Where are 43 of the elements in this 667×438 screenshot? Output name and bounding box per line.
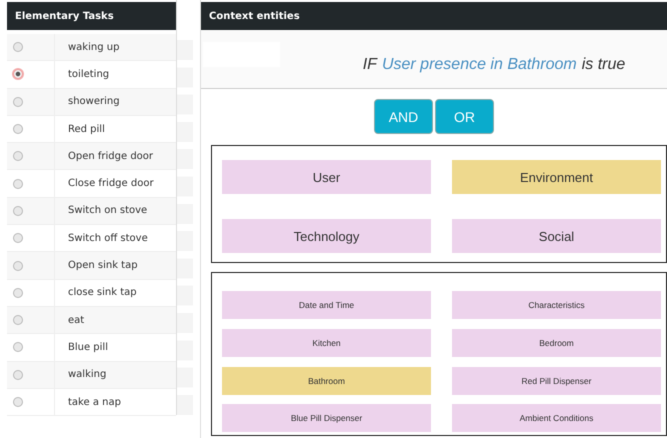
radio-button[interactable] [13,397,23,407]
entity-button[interactable]: Bathroom [222,366,431,394]
task-label[interactable]: Close fridge door [68,178,154,190]
task-label[interactable]: close sink tap [68,287,137,298]
entity-button[interactable]: Red Pill Dispenser [452,366,661,394]
task-label[interactable]: Open sink tap [68,260,138,272]
radio-button[interactable] [13,124,23,134]
condition-value: is true [582,56,626,74]
category-button[interactable]: Environment [452,160,661,194]
radio-button[interactable] [13,178,23,189]
radio-button[interactable] [13,370,23,380]
task-label[interactable]: showering [68,96,120,108]
panel-title: Context entities [209,10,300,22]
task-label[interactable]: Blue pill [68,342,108,353]
radio-button[interactable] [13,69,23,80]
task-label[interactable]: take a nap [68,396,121,408]
task-label[interactable]: Switch off stove [68,232,148,244]
task-label[interactable]: Red pill [68,124,105,135]
task-label[interactable]: toileting [68,68,110,80]
task-label[interactable]: walking [68,369,106,380]
radio-button[interactable] [13,342,23,352]
category-button[interactable]: Social [452,219,661,253]
entity-button[interactable]: Characteristics [452,291,661,319]
radio-button[interactable] [13,288,23,298]
category-button[interactable]: Technology [222,219,431,253]
task-label[interactable]: Switch on stove [68,205,148,216]
entity-button[interactable]: Blue Pill Dispenser [222,404,431,432]
radio-button[interactable] [13,233,23,244]
radio-button[interactable] [13,42,23,52]
category-button[interactable]: User [222,160,431,194]
entity-button[interactable]: Bedroom [452,328,661,357]
entity-button[interactable]: Date and Time [222,291,431,319]
task-label[interactable]: eat [68,314,84,326]
task-label[interactable]: waking up [68,42,120,53]
entity-button[interactable]: Kitchen [222,328,431,357]
radio-button[interactable] [13,315,23,326]
entity-button[interactable]: Ambient Conditions [452,404,661,432]
panel-title: Elementary Tasks [15,10,114,22]
radio-button[interactable] [13,151,23,162]
radio-button[interactable] [13,206,23,216]
radio-button[interactable] [13,96,23,107]
radio-button[interactable] [13,260,23,271]
condition-keyword: IF [362,56,377,74]
